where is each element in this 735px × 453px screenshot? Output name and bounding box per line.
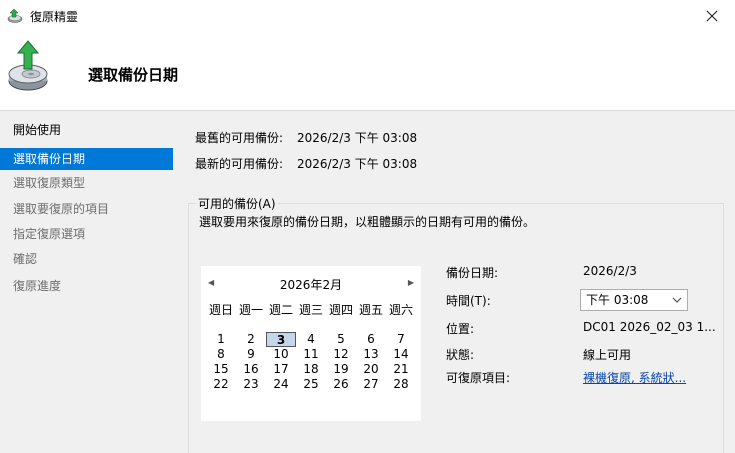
calendar-day[interactable]: 10 xyxy=(266,347,296,362)
step-getting-started[interactable]: 開始使用 xyxy=(0,119,173,141)
calendar-day[interactable]: 24 xyxy=(266,377,296,392)
title-bar: 復原精靈 xyxy=(0,0,735,31)
newest-backup-value: 2026/2/3 下午 03:08 xyxy=(297,157,418,171)
calendar-day[interactable]: 1 xyxy=(206,332,236,347)
disk-recovery-icon xyxy=(8,40,48,91)
next-month-icon[interactable]: ▶ xyxy=(408,278,414,287)
calendar-day[interactable]: 18 xyxy=(296,362,326,377)
weekday-header: 週五 xyxy=(358,303,383,317)
step-recovery-options[interactable]: 指定復原選項 xyxy=(0,223,173,245)
calendar-day[interactable]: 22 xyxy=(206,377,236,392)
recovery-wizard-icon xyxy=(7,8,23,23)
calendar-day[interactable]: 21 xyxy=(386,362,416,377)
location-value: DC01 2026_02_03 1... xyxy=(583,320,716,334)
calendar-day[interactable]: 2 xyxy=(236,332,266,347)
window-title: 復原精靈 xyxy=(30,10,79,24)
calendar-day[interactable]: 4 xyxy=(296,332,326,347)
available-backups-description: 選取要用來復原的備份日期，以粗體顯示的日期有可用的備份。 xyxy=(199,215,536,229)
calendar-day-selected[interactable]: 3 xyxy=(266,332,296,347)
weekday-header: 週日 xyxy=(208,303,233,317)
chevron-down-icon xyxy=(672,297,682,303)
calendar-day[interactable]: 14 xyxy=(386,347,416,362)
status-value: 線上可用 xyxy=(583,348,632,362)
recoverable-items-label: 可復原項目: xyxy=(446,371,511,385)
calendar-day[interactable]: 26 xyxy=(326,377,356,392)
calendar-day[interactable]: 5 xyxy=(326,332,356,347)
location-label: 位置: xyxy=(446,322,475,336)
weekday-header: 週四 xyxy=(328,303,353,317)
main-panel: 最舊的可用備份: 2026/2/3 下午 03:08 最新的可用備份: 2026… xyxy=(188,111,735,453)
calendar-day[interactable]: 28 xyxy=(386,377,416,392)
oldest-backup-label: 最舊的可用備份: xyxy=(195,131,284,145)
calendar-day[interactable]: 23 xyxy=(236,377,266,392)
step-select-backup-date[interactable]: 選取備份日期 xyxy=(0,148,173,170)
calendar-day[interactable]: 15 xyxy=(206,362,236,377)
calendar-day[interactable]: 20 xyxy=(356,362,386,377)
newest-backup-label: 最新的可用備份: xyxy=(195,157,284,171)
weekday-header: 週一 xyxy=(238,303,263,317)
time-select-value: 下午 03:08 xyxy=(586,293,649,307)
close-button[interactable] xyxy=(689,0,735,31)
wizard-header: 選取備份日期 xyxy=(0,31,735,111)
backup-calendar[interactable]: ◀ 2026年2月 ▶ 週日 週一 週二 週三 週四 週五 週六 1 2 3 4… xyxy=(201,266,421,421)
oldest-backup-value: 2026/2/3 下午 03:08 xyxy=(297,131,418,145)
close-icon xyxy=(706,10,718,21)
backup-date-label: 備份日期: xyxy=(446,266,499,280)
recoverable-items-link[interactable]: 裸機復原, 系統狀... xyxy=(583,369,686,386)
calendar-day[interactable]: 11 xyxy=(296,347,326,362)
calendar-day[interactable]: 9 xyxy=(236,347,266,362)
step-confirmation[interactable]: 確認 xyxy=(0,248,173,270)
time-select[interactable]: 下午 03:08 xyxy=(580,289,688,311)
calendar-day[interactable]: 17 xyxy=(266,362,296,377)
weekday-header: 週六 xyxy=(388,303,413,317)
calendar-day[interactable]: 7 xyxy=(386,332,416,347)
status-label: 狀態: xyxy=(446,348,475,362)
calendar-day[interactable]: 16 xyxy=(236,362,266,377)
calendar-day[interactable]: 27 xyxy=(356,377,386,392)
page-title: 選取備份日期 xyxy=(88,66,179,84)
step-select-items[interactable]: 選取要復原的項目 xyxy=(0,198,173,220)
weekday-header: 週三 xyxy=(298,303,323,317)
calendar-day[interactable]: 6 xyxy=(356,332,386,347)
time-label: 時間(T): xyxy=(446,294,491,308)
weekday-header: 週二 xyxy=(268,303,293,317)
calendar-day[interactable]: 8 xyxy=(206,347,236,362)
calendar-day[interactable]: 25 xyxy=(296,377,326,392)
backup-date-value: 2026/2/3 xyxy=(583,264,637,278)
wizard-steps: 開始使用 選取備份日期 選取復原類型 選取要復原的項目 指定復原選項 確認 復原… xyxy=(0,111,188,453)
calendar-day[interactable]: 12 xyxy=(326,347,356,362)
calendar-day[interactable]: 19 xyxy=(326,362,356,377)
step-recovery-progress[interactable]: 復原進度 xyxy=(0,275,173,297)
calendar-day[interactable]: 13 xyxy=(356,347,386,362)
step-select-recovery-type[interactable]: 選取復原類型 xyxy=(0,172,173,194)
calendar-month-title[interactable]: 2026年2月 xyxy=(201,276,421,293)
available-backups-legend: 可用的備份(A) xyxy=(196,195,278,212)
